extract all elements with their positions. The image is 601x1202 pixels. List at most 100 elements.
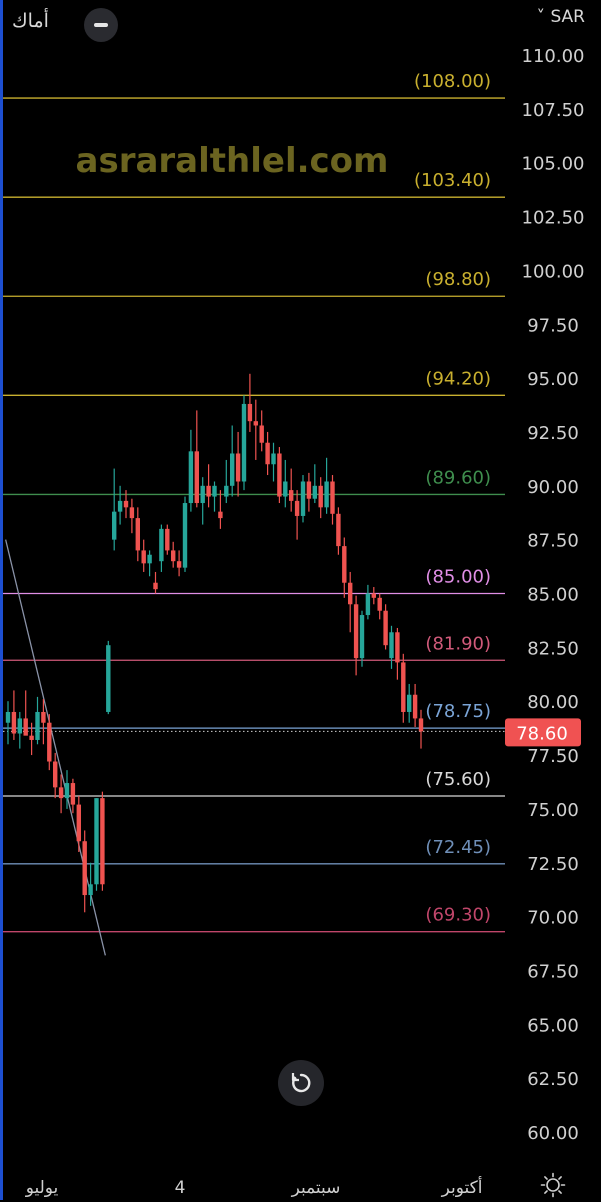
currency-selector[interactable]: ˅ SAR: [537, 7, 585, 27]
candle-body: [300, 481, 306, 516]
y-tick-label: 110.00: [522, 46, 585, 67]
reset-chart-button[interactable]: [278, 1060, 324, 1106]
y-tick-label: 90.00: [527, 477, 579, 498]
y-tick-label: 105.00: [522, 154, 585, 175]
candle-body: [64, 783, 70, 799]
y-tick-label: 65.00: [527, 1015, 579, 1036]
x-tick-label: يوليو: [25, 1178, 59, 1198]
candle-body: [271, 453, 276, 465]
candle-body: [312, 485, 317, 499]
level-label: (85.00): [425, 567, 491, 588]
x-tick-label: أكتوبر: [441, 1176, 483, 1198]
minus-icon: [94, 23, 108, 27]
y-tick-label: 62.50: [527, 1069, 579, 1090]
candle-body: [407, 694, 412, 712]
gear-icon: [540, 1172, 566, 1198]
candle-body: [348, 582, 353, 605]
y-tick-label: 85.00: [527, 585, 579, 606]
x-tick-label: سبتمبر: [291, 1178, 341, 1198]
y-tick-label: 100.00: [522, 261, 585, 282]
candle-body: [123, 500, 129, 508]
candle-body: [377, 597, 382, 611]
y-tick-label: 92.50: [527, 423, 579, 444]
candle-body: [82, 841, 87, 896]
settings-button[interactable]: [540, 1172, 566, 1202]
candle-body: [5, 711, 11, 723]
candle-body: [41, 711, 46, 723]
candle-body: [94, 798, 99, 885]
left-edge-bar: [0, 0, 3, 1200]
symbol-name: أماك: [12, 10, 49, 32]
candle-body: [53, 761, 58, 788]
candle-body: [117, 500, 123, 512]
candle-body: [165, 528, 170, 551]
candle-body: [389, 632, 394, 659]
y-tick-label: 80.00: [527, 692, 579, 713]
candle-body: [224, 485, 229, 497]
candle-body: [412, 694, 418, 719]
y-tick-label: 97.50: [527, 315, 579, 336]
level-label: (103.40): [414, 170, 491, 191]
candle-body: [100, 798, 105, 885]
candle-body: [171, 550, 176, 562]
chevron-down-icon: ˅: [536, 7, 546, 27]
candle-body: [342, 546, 347, 583]
y-tick-label: 102.50: [522, 208, 585, 229]
candle-body: [58, 787, 64, 799]
y-tick-label: 82.50: [527, 638, 579, 659]
candle-body: [336, 513, 341, 547]
candle-body: [135, 518, 140, 551]
candle-body: [235, 453, 241, 482]
candle-body: [401, 662, 406, 712]
level-label: (81.90): [425, 633, 491, 654]
candle-body: [88, 884, 93, 896]
candle-body: [11, 711, 17, 734]
candle-body: [176, 561, 182, 568]
y-tick-label: 72.50: [527, 854, 579, 875]
minus-button[interactable]: [84, 8, 118, 42]
y-tick-label: 70.00: [527, 908, 579, 929]
candle-body: [371, 593, 376, 598]
y-tick-label: 77.50: [527, 746, 579, 767]
level-label: (75.60): [425, 769, 491, 790]
candle-body: [353, 604, 359, 659]
candle-body: [153, 582, 158, 590]
y-tick-label: 60.00: [527, 1123, 579, 1144]
candle-body: [206, 485, 211, 497]
level-label: (89.60): [425, 467, 491, 488]
candle-body: [324, 481, 329, 508]
candle-body: [265, 442, 270, 465]
y-tick-label: 87.50: [527, 531, 579, 552]
candle-body: [241, 403, 247, 482]
chart-area[interactable]: asraralthlel.com (108.00) (103.40) (98.80) (…: [0, 0, 601, 1200]
reset-icon: [291, 1073, 311, 1093]
y-tick-label: 67.50: [527, 961, 579, 982]
y-tick-label: 75.00: [527, 800, 579, 821]
x-tick-label: 4: [175, 1178, 186, 1198]
candle-body: [35, 711, 40, 740]
candle-body: [395, 632, 400, 663]
level-label: (72.45): [425, 837, 491, 858]
candle-body: [141, 550, 146, 564]
candle-body: [283, 481, 288, 497]
candle-body: [277, 453, 282, 497]
candle-body: [306, 481, 312, 499]
candle-body: [182, 503, 188, 568]
candle-body: [289, 490, 294, 501]
candle-body: [383, 610, 388, 646]
candle-body: [230, 453, 235, 486]
candle-body: [106, 645, 111, 712]
level-label: (78.75): [425, 701, 491, 722]
candle-body: [318, 485, 323, 508]
candle-body: [418, 718, 424, 732]
candle-body: [188, 451, 194, 504]
candle-body: [200, 485, 205, 504]
currency-label: SAR: [550, 7, 585, 27]
level-label: (108.00): [414, 71, 491, 92]
candle-body: [159, 528, 164, 562]
candle-body: [259, 425, 264, 443]
candle-body: [294, 500, 300, 516]
level-label: (94.20): [425, 368, 491, 389]
candle-body: [129, 507, 135, 519]
watermark-text: asraralthlel.com: [76, 141, 389, 181]
